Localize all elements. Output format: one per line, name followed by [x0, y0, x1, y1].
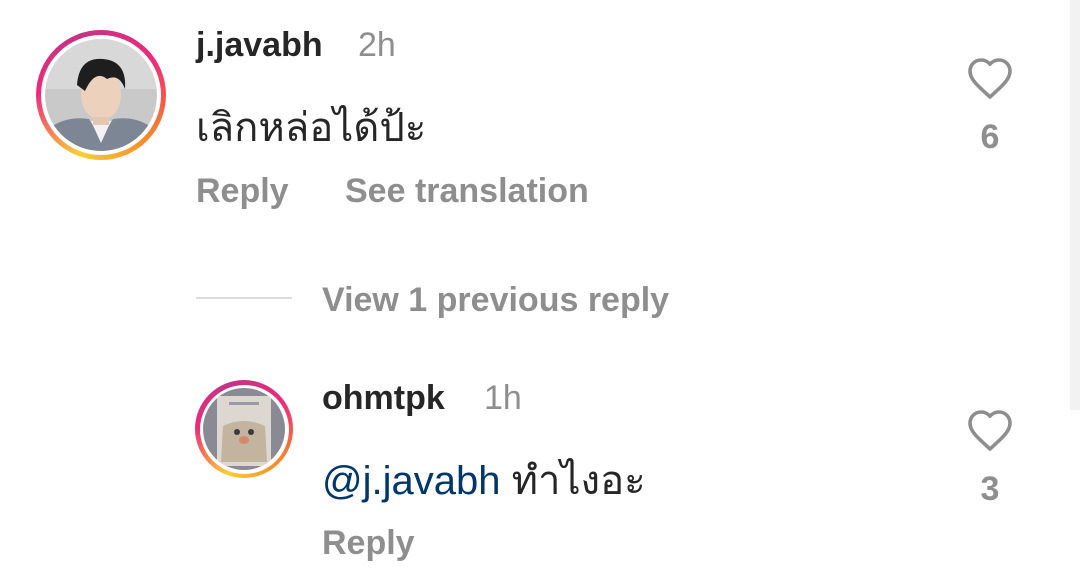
- replies-divider-line: [196, 297, 292, 299]
- reply-text: @j.javabh ทำไงอะ: [322, 448, 646, 512]
- avatar: [203, 388, 285, 470]
- comment-timestamp: 2h: [358, 26, 396, 64]
- see-translation-button[interactable]: See translation: [345, 172, 589, 211]
- reply-button[interactable]: Reply: [322, 524, 415, 563]
- like-count: 6: [980, 118, 1000, 156]
- mention-link[interactable]: @j.javabh: [322, 459, 500, 503]
- comment-username[interactable]: j.javabh: [196, 26, 323, 65]
- cookie-avatar-image: [203, 388, 285, 470]
- heart-outline-icon[interactable]: [966, 408, 1014, 452]
- like-count: 3: [980, 470, 1000, 508]
- heart-outline-icon[interactable]: [966, 56, 1014, 100]
- reply-body: ทำไงอะ: [511, 459, 646, 503]
- avatar-story-ring[interactable]: [36, 30, 166, 160]
- reply-timestamp: 1h: [484, 379, 522, 417]
- avatar: [45, 39, 157, 151]
- user-avatar-image: [45, 39, 157, 151]
- reply-username[interactable]: ohmtpk: [322, 379, 445, 418]
- avatar-story-ring[interactable]: [195, 380, 293, 478]
- comment-text: เลิกหล่อได้ป้ะ: [196, 106, 427, 150]
- reply-button[interactable]: Reply: [196, 172, 289, 211]
- view-previous-replies-button[interactable]: View 1 previous reply: [322, 281, 669, 320]
- scrollbar[interactable]: [1070, 0, 1080, 410]
